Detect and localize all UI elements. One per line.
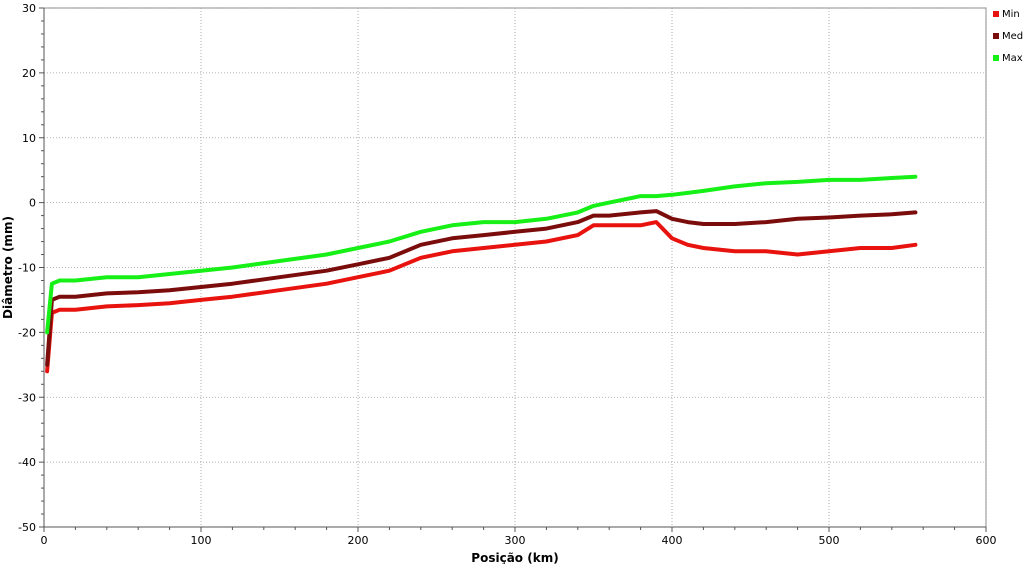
y-tick-label: -40 — [18, 456, 36, 469]
y-tick-label: -30 — [18, 391, 36, 404]
x-tick-label: 500 — [819, 534, 840, 547]
x-tick-label: 200 — [348, 534, 369, 547]
legend-swatch-max — [993, 55, 999, 61]
x-tick-label: 100 — [191, 534, 212, 547]
x-tick-label: 400 — [662, 534, 683, 547]
line-chart: 0 100 200 300 400 500 600 -50 -40 -30 -20 -10 0 10 20 3… — [1, 2, 1023, 565]
y-tick-label: 10 — [22, 132, 36, 145]
x-tick-label: 300 — [505, 534, 526, 547]
legend-label-min: Min — [1002, 9, 1020, 20]
y-tick-label: 30 — [22, 2, 36, 15]
y-tick-label: 20 — [22, 67, 36, 80]
legend-label-max: Max — [1002, 53, 1023, 64]
y-tick-label: 0 — [29, 197, 36, 210]
chart: 0 100 200 300 400 500 600 -50 -40 -30 -20 -10 0 10 20 3… — [0, 0, 1024, 565]
x-axis-title: Posição (km) — [471, 551, 558, 564]
y-tick-label: -10 — [18, 262, 36, 275]
legend-label-med: Med — [1002, 31, 1023, 42]
legend-swatch-med — [993, 33, 999, 39]
x-tick-label: 0 — [41, 534, 48, 547]
x-tick-label: 600 — [976, 534, 997, 547]
y-tick-label: -50 — [18, 521, 36, 534]
y-tick-label: -20 — [18, 326, 36, 339]
y-axis-title: Diâmetro (mm) — [1, 216, 15, 319]
legend-swatch-min — [993, 11, 999, 17]
